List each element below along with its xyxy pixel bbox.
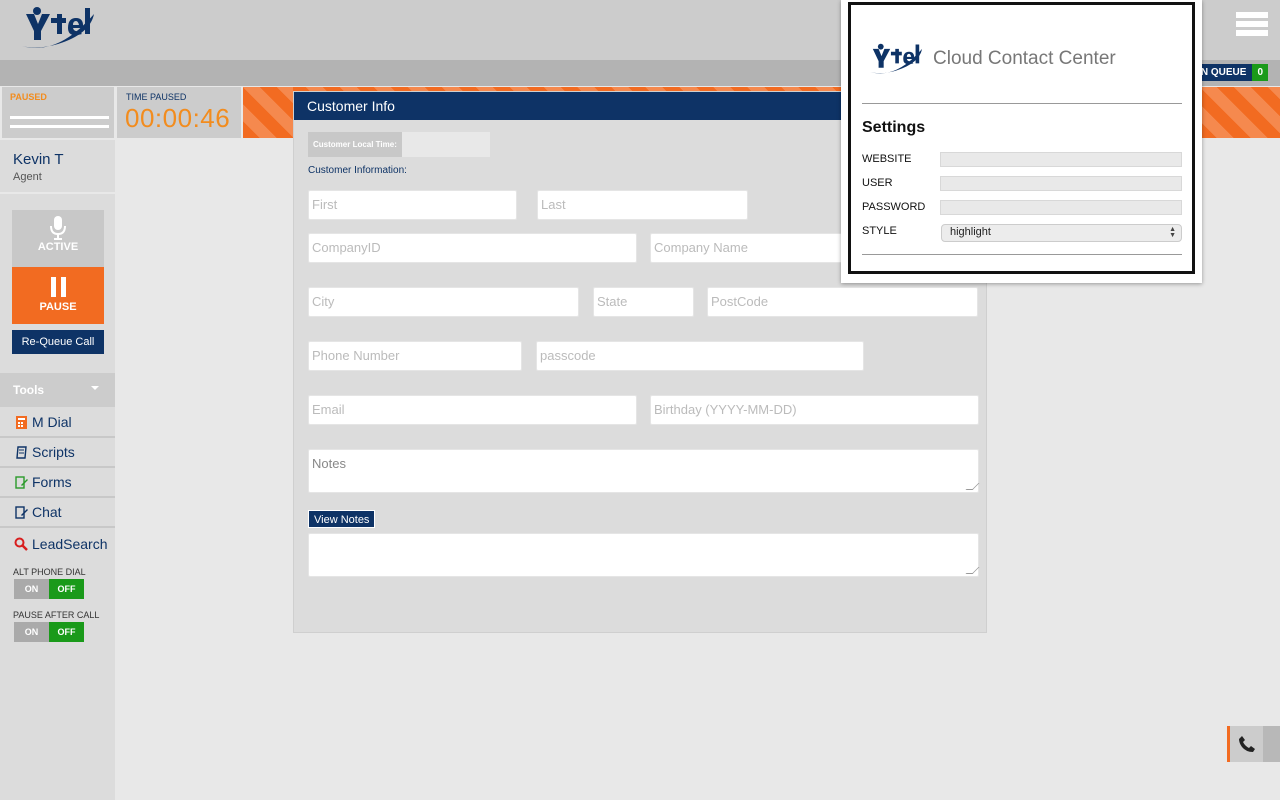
tool-label: Chat bbox=[32, 504, 62, 520]
phone-dock bbox=[1227, 726, 1280, 762]
phone-button[interactable] bbox=[1230, 726, 1263, 762]
time-paused-box: TIME PAUSED 00:00:46 bbox=[117, 87, 241, 138]
calculator-icon bbox=[14, 415, 28, 429]
scroll-icon bbox=[14, 445, 28, 459]
divider bbox=[862, 103, 1182, 104]
status-label: PAUSED bbox=[10, 92, 47, 102]
first-name-input[interactable]: First bbox=[308, 190, 517, 220]
website-label: WEBSITE bbox=[862, 153, 912, 165]
user-input[interactable] bbox=[940, 176, 1182, 191]
ytel-logo bbox=[22, 7, 94, 48]
view-notes-button[interactable]: View Notes bbox=[308, 510, 376, 528]
last-name-input[interactable]: Last bbox=[537, 190, 748, 220]
postcode-input[interactable]: PostCode bbox=[707, 287, 978, 317]
website-input[interactable] bbox=[940, 152, 1182, 167]
customer-information-label: Customer Information: bbox=[308, 165, 407, 176]
agent-role: Agent bbox=[13, 171, 42, 183]
chat-edit-icon bbox=[14, 505, 28, 519]
tool-item-scripts[interactable]: Scripts bbox=[0, 438, 115, 468]
user-label: USER bbox=[862, 177, 893, 189]
city-input[interactable]: City bbox=[308, 287, 579, 317]
password-label: PASSWORD bbox=[862, 201, 926, 213]
settings-popup: Cloud Contact Center Settings WEBSITE US… bbox=[841, 0, 1202, 283]
tool-label: LeadSearch bbox=[32, 536, 108, 552]
status-indicator-bar bbox=[10, 125, 109, 128]
tool-item-forms[interactable]: Forms bbox=[0, 468, 115, 498]
tool-label: Forms bbox=[32, 474, 72, 490]
pause-button[interactable]: PAUSE bbox=[12, 267, 104, 324]
settings-popup-frame: Cloud Contact Center Settings WEBSITE US… bbox=[848, 2, 1195, 274]
time-paused-label: TIME PAUSED bbox=[126, 92, 187, 102]
pause-label: PAUSE bbox=[39, 301, 77, 313]
notes-textarea[interactable]: Notes bbox=[308, 449, 979, 493]
tool-item-m-dial[interactable]: M Dial bbox=[0, 408, 115, 438]
agent-info: Kevin T Agent bbox=[0, 140, 115, 194]
password-input[interactable] bbox=[940, 200, 1182, 215]
status-indicator-bar bbox=[10, 116, 109, 119]
popup-brand: Cloud Contact Center bbox=[867, 41, 1116, 77]
toggle-off[interactable]: OFF bbox=[49, 579, 84, 599]
toggle-on[interactable]: ON bbox=[14, 579, 49, 599]
state-input[interactable]: State bbox=[593, 287, 694, 317]
paused-stripe-banner bbox=[243, 87, 293, 138]
customer-local-time: Customer Local Time: bbox=[308, 132, 490, 157]
settings-title: Settings bbox=[862, 119, 926, 136]
local-time-label: Customer Local Time: bbox=[308, 132, 402, 157]
active-button[interactable]: ACTIVE bbox=[12, 210, 104, 267]
edit-form-icon bbox=[14, 475, 28, 489]
caret-down-icon bbox=[91, 386, 99, 390]
birthday-input[interactable]: Birthday (YYYY-MM-DD) bbox=[650, 395, 979, 425]
tool-label: M Dial bbox=[32, 414, 72, 430]
tool-label: Scripts bbox=[32, 444, 75, 460]
popup-brand-text: Cloud Contact Center bbox=[933, 48, 1116, 69]
phone-icon bbox=[1238, 736, 1255, 752]
alt-phone-dial-label: ALT PHONE DIAL bbox=[13, 567, 86, 577]
email-input[interactable]: Email bbox=[308, 395, 637, 425]
pause-icon bbox=[12, 267, 104, 297]
pause-after-call-label: PAUSE AFTER CALL bbox=[13, 610, 100, 620]
view-notes-textarea[interactable] bbox=[308, 533, 979, 577]
paused-stripe-banner bbox=[1200, 87, 1280, 138]
select-arrows-icon: ▲ ▼ bbox=[1169, 226, 1176, 239]
tool-item-chat[interactable]: Chat bbox=[0, 498, 115, 528]
active-label: ACTIVE bbox=[37, 241, 79, 253]
phone-number-input[interactable]: Phone Number bbox=[308, 341, 522, 371]
pause-after-call-toggle[interactable]: ON OFF bbox=[14, 622, 84, 642]
style-label: STYLE bbox=[862, 225, 897, 237]
agent-name: Kevin T bbox=[13, 151, 64, 168]
search-icon bbox=[14, 537, 28, 551]
tools-dropdown-header[interactable]: Tools bbox=[0, 373, 115, 407]
passcode-input[interactable]: passcode bbox=[536, 341, 864, 371]
toggle-on[interactable]: ON bbox=[14, 622, 49, 642]
divider bbox=[862, 254, 1182, 255]
tools-label: Tools bbox=[13, 383, 45, 397]
time-paused-value: 00:00:46 bbox=[125, 103, 231, 133]
microphone-icon bbox=[50, 216, 66, 240]
agent-status-box: PAUSED bbox=[2, 87, 114, 138]
style-selected-value: highlight bbox=[950, 226, 991, 238]
dock-more-button[interactable] bbox=[1263, 726, 1280, 762]
queue-count: 0 bbox=[1252, 64, 1268, 81]
requeue-call-button[interactable]: Re-Queue Call bbox=[12, 330, 104, 354]
alt-phone-dial-toggle[interactable]: ON OFF bbox=[14, 579, 84, 599]
left-sidebar: Kevin T Agent ACTIVE PAUSE Re-Queue Call… bbox=[0, 140, 115, 800]
style-select[interactable]: highlight ▲ ▼ bbox=[941, 224, 1182, 242]
hamburger-menu-icon[interactable] bbox=[1236, 12, 1268, 38]
tool-item-leadsearch[interactable]: LeadSearch bbox=[0, 529, 115, 559]
company-id-input[interactable]: CompanyID bbox=[308, 233, 637, 263]
toggle-off[interactable]: OFF bbox=[49, 622, 84, 642]
ytel-logo bbox=[869, 43, 923, 74]
local-time-value bbox=[401, 132, 490, 157]
